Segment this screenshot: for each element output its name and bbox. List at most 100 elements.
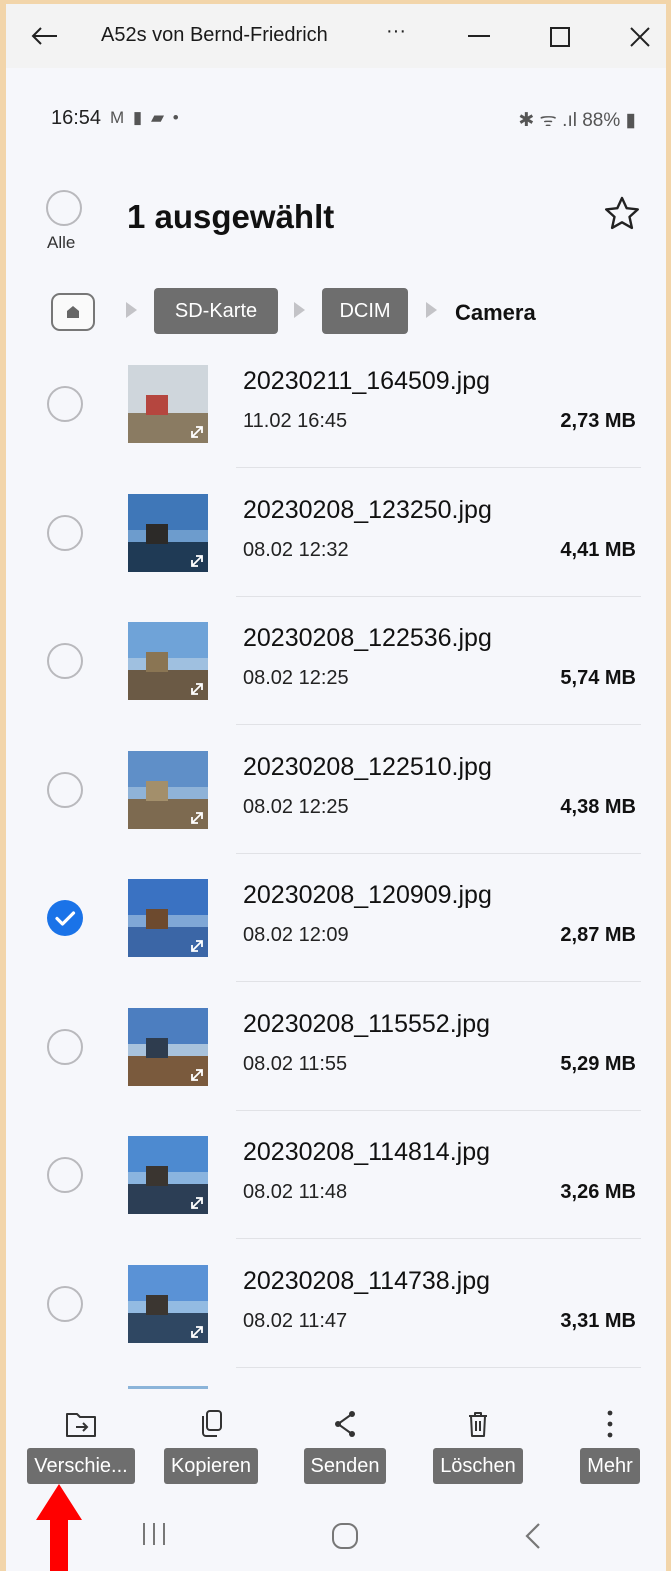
unselected-checkbox[interactable] <box>47 515 83 551</box>
breadcrumb-sd-karte[interactable]: SD-Karte <box>154 288 278 334</box>
file-size: 5,29 MB <box>560 1053 636 1075</box>
send-button[interactable]: Senden <box>293 1408 397 1484</box>
row-divider <box>236 1110 641 1111</box>
file-date: 08.02 11:48 <box>243 1181 348 1203</box>
file-size: 4,38 MB <box>560 796 636 818</box>
file-name: 20230208_114738.jpg <box>243 1267 491 1295</box>
file-row[interactable]: 20230208_114814.jpg 08.02 11:48 3,26 MB <box>6 1121 666 1249</box>
expand-icon <box>191 812 203 824</box>
breadcrumb-separator-icon <box>126 302 137 318</box>
file-row[interactable]: 20230208_120909.jpg 08.02 12:09 2,87 MB <box>6 864 666 992</box>
file-date: 08.02 11:47 <box>243 1310 348 1332</box>
select-all-checkbox[interactable] <box>46 190 82 226</box>
file-row[interactable]: 20230211_164509.jpg 11.02 16:45 2,73 MB <box>6 350 666 478</box>
app-frame: A52s von Bernd-Friedrich ··· 16:54 M ▮ ▰… <box>6 4 666 1571</box>
move-label: Verschie... <box>27 1448 135 1484</box>
unselected-checkbox[interactable] <box>47 772 83 808</box>
page-title: 1 ausgewählt <box>127 198 335 235</box>
file-size: 3,26 MB <box>560 1181 636 1203</box>
breadcrumb-dcim[interactable]: DCIM <box>322 288 408 334</box>
home-icon[interactable] <box>51 293 95 331</box>
close-icon[interactable] <box>630 27 650 47</box>
expand-icon <box>191 683 203 695</box>
row-divider <box>236 596 641 597</box>
status-indicators: ✱ ᯤ .ıl 88% ▮ <box>518 110 636 131</box>
copy-label: Kopieren <box>163 1448 259 1484</box>
file-thumbnail <box>128 1008 208 1086</box>
file-row[interactable]: 20230208_122536.jpg 08.02 12:25 5,74 MB <box>6 607 666 735</box>
unselected-checkbox[interactable] <box>47 1029 83 1065</box>
expand-icon <box>191 1326 203 1338</box>
row-divider <box>236 724 641 725</box>
file-thumbnail <box>128 622 208 700</box>
unselected-checkbox[interactable] <box>47 1286 83 1322</box>
delete-button[interactable]: Löschen <box>420 1408 536 1484</box>
window-titlebar: A52s von Bernd-Friedrich ··· <box>6 4 666 68</box>
window-title: A52s von Bernd-Friedrich <box>101 24 328 46</box>
file-date: 08.02 12:25 <box>243 796 349 818</box>
file-thumbnail <box>128 1265 208 1343</box>
row-divider <box>236 981 641 982</box>
more-label: Mehr <box>580 1448 640 1484</box>
expand-icon <box>191 940 203 952</box>
copy-button[interactable]: Kopieren <box>153 1408 269 1484</box>
star-icon[interactable] <box>602 194 642 234</box>
file-size: 4,41 MB <box>560 539 636 561</box>
breadcrumb-separator-icon <box>294 302 305 318</box>
file-name: 20230208_114814.jpg <box>243 1138 491 1166</box>
file-thumbnail <box>128 494 208 572</box>
expand-icon <box>191 555 203 567</box>
check-icon <box>55 911 76 926</box>
move-to-folder-icon <box>66 1413 96 1437</box>
status-time: 16:54 <box>51 107 102 129</box>
file-name: 20230211_164509.jpg <box>243 367 491 395</box>
file-date: 08.02 12:32 <box>243 539 349 561</box>
breadcrumb-current: Camera <box>455 300 536 325</box>
home-nav-icon[interactable] <box>331 1522 359 1550</box>
unselected-checkbox[interactable] <box>47 386 83 422</box>
file-row[interactable]: 20230208_114738.jpg 08.02 11:47 3,31 MB <box>6 1250 666 1378</box>
more-icon[interactable]: ··· <box>386 20 406 43</box>
file-name: 20230208_122510.jpg <box>243 753 492 781</box>
file-row[interactable]: 20230208_123250.jpg 08.02 12:32 4,41 MB <box>6 479 666 607</box>
file-thumbnail <box>128 1136 208 1214</box>
file-size: 3,31 MB <box>560 1310 636 1332</box>
row-divider <box>236 1238 641 1239</box>
file-date: 08.02 12:09 <box>243 924 349 946</box>
back-arrow-icon[interactable] <box>30 26 58 46</box>
row-divider <box>236 467 641 468</box>
more-vertical-icon <box>607 1410 613 1438</box>
select-all-label: Alle <box>47 233 76 252</box>
unselected-checkbox[interactable] <box>47 643 83 679</box>
selected-checkbox[interactable] <box>47 900 83 936</box>
file-thumbnail <box>128 751 208 829</box>
file-row[interactable]: 20230208_115552.jpg 08.02 11:55 5,29 MB <box>6 993 666 1121</box>
trash-icon <box>469 1412 487 1437</box>
file-thumbnail <box>128 365 208 443</box>
back-nav-icon[interactable] <box>523 1522 543 1550</box>
delete-label: Löschen <box>433 1448 523 1484</box>
maximize-icon[interactable] <box>550 27 570 47</box>
more-button[interactable]: Mehr <box>572 1408 648 1484</box>
expand-icon <box>191 426 203 438</box>
expand-icon <box>191 1069 203 1081</box>
file-size: 2,73 MB <box>560 410 636 432</box>
file-name: 20230208_123250.jpg <box>243 496 492 524</box>
file-name: 20230208_115552.jpg <box>243 1010 491 1038</box>
row-divider <box>236 1367 641 1368</box>
file-size: 2,87 MB <box>560 924 636 946</box>
file-name: 20230208_122536.jpg <box>243 624 492 652</box>
move-button[interactable]: Verschie... <box>16 1408 146 1484</box>
recent-apps-icon[interactable] <box>141 1522 167 1546</box>
annotation-arrow-icon <box>36 1484 82 1571</box>
system-navbar <box>6 1492 666 1571</box>
minimize-icon[interactable] <box>468 35 490 37</box>
file-date: 08.02 12:25 <box>243 667 349 689</box>
file-thumbnail <box>128 879 208 957</box>
next-thumbnail-edge <box>128 1386 208 1389</box>
file-date: 11.02 16:45 <box>243 410 348 432</box>
file-row[interactable]: 20230208_122510.jpg 08.02 12:25 4,38 MB <box>6 736 666 864</box>
unselected-checkbox[interactable] <box>47 1157 83 1193</box>
row-divider <box>236 853 641 854</box>
expand-icon <box>191 1197 203 1209</box>
